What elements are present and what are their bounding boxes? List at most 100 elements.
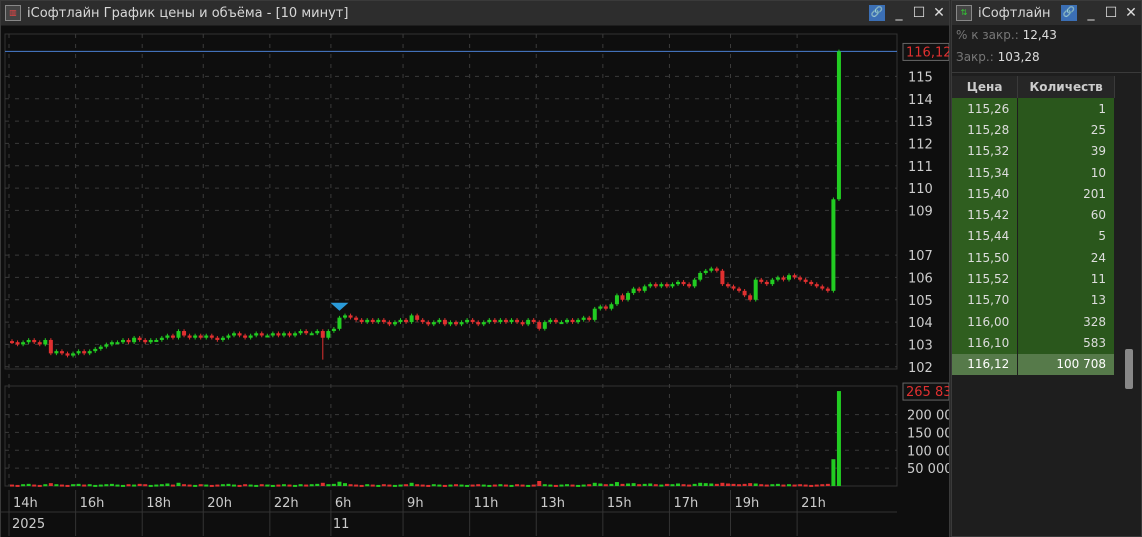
row-price: 115,50 <box>952 247 1019 269</box>
order-book-row[interactable]: 115,44 5 <box>952 225 1115 248</box>
candle <box>465 319 470 323</box>
volume-bar <box>93 484 98 487</box>
order-book-row[interactable]: 115,50 24 <box>952 247 1115 269</box>
volume-tick: 200 000 <box>907 409 949 424</box>
volume-bar <box>220 484 225 487</box>
candle <box>270 333 275 336</box>
volume-bar <box>659 484 664 487</box>
volume-bar <box>476 484 481 487</box>
volume-bar <box>43 484 48 487</box>
candle <box>287 333 292 336</box>
candle <box>404 319 409 323</box>
candle <box>193 335 198 338</box>
order-book-row[interactable]: 115,70 13 <box>952 289 1115 311</box>
volume-bar <box>770 484 775 487</box>
volume-bar <box>753 483 758 486</box>
header-quantity[interactable]: Количеств <box>1017 76 1115 98</box>
order-book-row[interactable]: 116,12 100 708 <box>952 353 1115 375</box>
candle <box>93 348 98 352</box>
volume-bar <box>165 483 170 486</box>
candle <box>592 308 597 320</box>
chart-title: iСофтлайн График цены и объёма - [10 мин… <box>27 5 349 21</box>
volume-bar <box>681 484 686 487</box>
candle <box>426 322 431 325</box>
price-volume-chart[interactable]: 14h 16h 18h 20h 22h 6h 9h 11h 13h 15h 17h 19h 21h 202… <box>1 26 949 537</box>
header-price[interactable]: Цена <box>952 76 1019 98</box>
volume-bar <box>259 484 264 487</box>
volume-bar <box>725 483 730 486</box>
volume-bar <box>737 484 742 487</box>
order-book-table: Цена Количеств 115,26 1 115,28 25 115,32 39 11… <box>952 76 1115 375</box>
candle <box>787 275 791 280</box>
volume-bar <box>781 484 786 487</box>
maximize-button[interactable]: ☐ <box>1101 5 1121 21</box>
candle <box>454 322 458 325</box>
row-price: 116,00 <box>952 310 1019 333</box>
candle <box>420 319 425 323</box>
candle <box>87 351 92 354</box>
volume-bar <box>226 483 231 486</box>
maximize-button[interactable]: ☐ <box>909 5 929 21</box>
candle <box>576 319 581 323</box>
link-icon[interactable]: 🔗 <box>1061 5 1077 21</box>
row-quantity: 201 <box>1017 183 1115 205</box>
volume-bar <box>803 484 808 487</box>
order-book-row[interactable]: 115,26 1 <box>952 98 1115 120</box>
candle <box>626 293 631 300</box>
book-titlebar[interactable]: ⇅ iСофтлайн 🔗 _ ☐ ✕ <box>952 1 1141 25</box>
volume-bar <box>182 484 187 487</box>
candle <box>792 275 797 278</box>
order-book-row[interactable]: 116,10 583 <box>952 332 1115 354</box>
candle <box>220 337 225 340</box>
candle <box>348 315 353 318</box>
order-book-row[interactable]: 115,32 39 <box>952 140 1115 162</box>
candle <box>154 339 159 342</box>
volume-bar <box>454 484 458 487</box>
candle <box>365 319 370 323</box>
candle <box>165 335 170 338</box>
candle <box>98 346 103 349</box>
volume-bar <box>487 484 492 487</box>
link-icon[interactable]: 🔗 <box>869 5 885 21</box>
volume-bar <box>21 484 26 487</box>
close-button[interactable]: ✕ <box>929 5 949 21</box>
volume-bar <box>115 484 120 487</box>
candle <box>781 277 786 280</box>
volume-bar <box>836 391 841 486</box>
order-book-row[interactable]: 115,42 60 <box>952 204 1115 226</box>
volume-bar <box>792 484 797 487</box>
row-quantity: 60 <box>1017 204 1115 226</box>
minimize-button[interactable]: _ <box>1081 5 1101 21</box>
candle <box>187 335 192 338</box>
candle <box>570 319 575 323</box>
volume-bar <box>437 484 442 487</box>
volume-bar <box>370 484 375 487</box>
candle <box>265 335 270 338</box>
order-book-row[interactable]: 116,00 328 <box>952 310 1115 333</box>
row-quantity: 11 <box>1017 268 1115 290</box>
volume-bar <box>509 484 514 487</box>
order-book-row[interactable]: 115,40 201 <box>952 183 1115 205</box>
volume-bar <box>315 483 320 486</box>
volume-bar <box>653 484 658 487</box>
scrollbar[interactable] <box>1125 349 1133 389</box>
candle <box>653 284 658 287</box>
candle <box>698 272 703 280</box>
candle <box>392 322 397 325</box>
minimize-button[interactable]: _ <box>889 5 909 21</box>
chart-titlebar[interactable]: ▥ iСофтлайн График цены и объёма - [10 м… <box>1 1 949 25</box>
order-book-row[interactable]: 115,34 10 <box>952 161 1115 184</box>
close-button[interactable]: ✕ <box>1121 5 1141 21</box>
candle <box>59 351 64 354</box>
candle <box>709 268 714 271</box>
volume-bar <box>664 483 669 486</box>
volume-bar <box>409 482 414 486</box>
order-book-row[interactable]: 115,28 25 <box>952 119 1115 141</box>
order-book-row[interactable]: 115,52 11 <box>952 268 1115 290</box>
volume-bar <box>548 484 553 487</box>
candle <box>65 353 70 356</box>
candle <box>587 317 592 320</box>
volume-bar <box>731 483 736 486</box>
candle <box>487 319 492 323</box>
volume-bar <box>348 484 353 487</box>
